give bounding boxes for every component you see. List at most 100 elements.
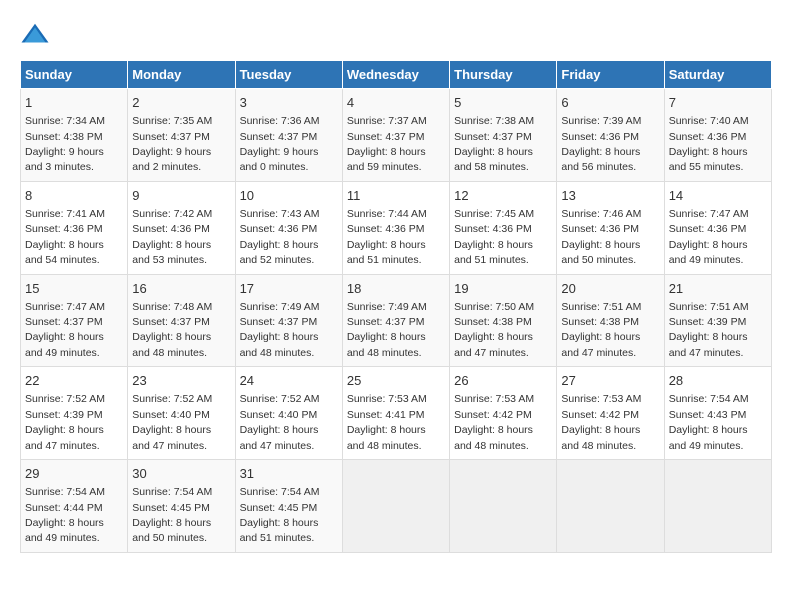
day-info: Sunrise: 7:39 AMSunset: 4:36 PMDaylight:… xyxy=(561,115,641,173)
day-number: 24 xyxy=(240,372,338,390)
day-number: 7 xyxy=(669,94,767,112)
day-number: 2 xyxy=(132,94,230,112)
day-cell: 20 Sunrise: 7:51 AMSunset: 4:38 PMDaylig… xyxy=(557,274,664,367)
day-number: 5 xyxy=(454,94,552,112)
day-number: 21 xyxy=(669,280,767,298)
day-number: 6 xyxy=(561,94,659,112)
day-info: Sunrise: 7:49 AMSunset: 4:37 PMDaylight:… xyxy=(240,301,320,359)
day-info: Sunrise: 7:38 AMSunset: 4:37 PMDaylight:… xyxy=(454,115,534,173)
day-info: Sunrise: 7:34 AMSunset: 4:38 PMDaylight:… xyxy=(25,115,105,173)
day-number: 3 xyxy=(240,94,338,112)
day-cell xyxy=(450,460,557,553)
day-number: 28 xyxy=(669,372,767,390)
day-info: Sunrise: 7:53 AMSunset: 4:42 PMDaylight:… xyxy=(561,393,641,451)
day-number: 19 xyxy=(454,280,552,298)
day-cell: 11 Sunrise: 7:44 AMSunset: 4:36 PMDaylig… xyxy=(342,181,449,274)
day-number: 17 xyxy=(240,280,338,298)
day-cell: 7 Sunrise: 7:40 AMSunset: 4:36 PMDayligh… xyxy=(664,89,771,182)
day-cell: 27 Sunrise: 7:53 AMSunset: 4:42 PMDaylig… xyxy=(557,367,664,460)
day-info: Sunrise: 7:47 AMSunset: 4:37 PMDaylight:… xyxy=(25,301,105,359)
calendar-header: SundayMondayTuesdayWednesdayThursdayFrid… xyxy=(21,61,772,89)
day-number: 9 xyxy=(132,187,230,205)
day-number: 22 xyxy=(25,372,123,390)
page-header xyxy=(20,20,772,50)
header-sunday: Sunday xyxy=(21,61,128,89)
day-info: Sunrise: 7:41 AMSunset: 4:36 PMDaylight:… xyxy=(25,208,105,266)
day-cell: 15 Sunrise: 7:47 AMSunset: 4:37 PMDaylig… xyxy=(21,274,128,367)
day-info: Sunrise: 7:48 AMSunset: 4:37 PMDaylight:… xyxy=(132,301,212,359)
day-info: Sunrise: 7:51 AMSunset: 4:38 PMDaylight:… xyxy=(561,301,641,359)
header-tuesday: Tuesday xyxy=(235,61,342,89)
week-row-1: 1 Sunrise: 7:34 AMSunset: 4:38 PMDayligh… xyxy=(21,89,772,182)
day-cell: 19 Sunrise: 7:50 AMSunset: 4:38 PMDaylig… xyxy=(450,274,557,367)
day-cell xyxy=(342,460,449,553)
day-cell xyxy=(664,460,771,553)
day-number: 26 xyxy=(454,372,552,390)
day-number: 27 xyxy=(561,372,659,390)
day-cell: 26 Sunrise: 7:53 AMSunset: 4:42 PMDaylig… xyxy=(450,367,557,460)
week-row-3: 15 Sunrise: 7:47 AMSunset: 4:37 PMDaylig… xyxy=(21,274,772,367)
calendar-table: SundayMondayTuesdayWednesdayThursdayFrid… xyxy=(20,60,772,553)
day-cell: 21 Sunrise: 7:51 AMSunset: 4:39 PMDaylig… xyxy=(664,274,771,367)
day-number: 8 xyxy=(25,187,123,205)
day-info: Sunrise: 7:53 AMSunset: 4:41 PMDaylight:… xyxy=(347,393,427,451)
header-saturday: Saturday xyxy=(664,61,771,89)
day-cell: 9 Sunrise: 7:42 AMSunset: 4:36 PMDayligh… xyxy=(128,181,235,274)
day-info: Sunrise: 7:49 AMSunset: 4:37 PMDaylight:… xyxy=(347,301,427,359)
day-cell: 28 Sunrise: 7:54 AMSunset: 4:43 PMDaylig… xyxy=(664,367,771,460)
day-info: Sunrise: 7:35 AMSunset: 4:37 PMDaylight:… xyxy=(132,115,212,173)
day-cell: 10 Sunrise: 7:43 AMSunset: 4:36 PMDaylig… xyxy=(235,181,342,274)
day-cell: 8 Sunrise: 7:41 AMSunset: 4:36 PMDayligh… xyxy=(21,181,128,274)
day-number: 4 xyxy=(347,94,445,112)
day-info: Sunrise: 7:54 AMSunset: 4:45 PMDaylight:… xyxy=(240,486,320,544)
day-cell: 29 Sunrise: 7:54 AMSunset: 4:44 PMDaylig… xyxy=(21,460,128,553)
day-cell: 12 Sunrise: 7:45 AMSunset: 4:36 PMDaylig… xyxy=(450,181,557,274)
day-number: 29 xyxy=(25,465,123,483)
day-info: Sunrise: 7:54 AMSunset: 4:43 PMDaylight:… xyxy=(669,393,749,451)
day-number: 31 xyxy=(240,465,338,483)
day-cell: 17 Sunrise: 7:49 AMSunset: 4:37 PMDaylig… xyxy=(235,274,342,367)
day-number: 18 xyxy=(347,280,445,298)
day-number: 10 xyxy=(240,187,338,205)
day-number: 23 xyxy=(132,372,230,390)
day-info: Sunrise: 7:45 AMSunset: 4:36 PMDaylight:… xyxy=(454,208,534,266)
day-cell: 22 Sunrise: 7:52 AMSunset: 4:39 PMDaylig… xyxy=(21,367,128,460)
day-info: Sunrise: 7:37 AMSunset: 4:37 PMDaylight:… xyxy=(347,115,427,173)
day-info: Sunrise: 7:52 AMSunset: 4:40 PMDaylight:… xyxy=(240,393,320,451)
day-cell: 18 Sunrise: 7:49 AMSunset: 4:37 PMDaylig… xyxy=(342,274,449,367)
week-row-4: 22 Sunrise: 7:52 AMSunset: 4:39 PMDaylig… xyxy=(21,367,772,460)
day-info: Sunrise: 7:52 AMSunset: 4:39 PMDaylight:… xyxy=(25,393,105,451)
day-number: 13 xyxy=(561,187,659,205)
header-friday: Friday xyxy=(557,61,664,89)
day-cell: 13 Sunrise: 7:46 AMSunset: 4:36 PMDaylig… xyxy=(557,181,664,274)
day-number: 20 xyxy=(561,280,659,298)
day-number: 25 xyxy=(347,372,445,390)
day-info: Sunrise: 7:50 AMSunset: 4:38 PMDaylight:… xyxy=(454,301,534,359)
day-number: 11 xyxy=(347,187,445,205)
day-info: Sunrise: 7:44 AMSunset: 4:36 PMDaylight:… xyxy=(347,208,427,266)
logo xyxy=(20,20,54,50)
header-monday: Monday xyxy=(128,61,235,89)
day-number: 14 xyxy=(669,187,767,205)
day-cell: 16 Sunrise: 7:48 AMSunset: 4:37 PMDaylig… xyxy=(128,274,235,367)
day-cell: 2 Sunrise: 7:35 AMSunset: 4:37 PMDayligh… xyxy=(128,89,235,182)
day-cell xyxy=(557,460,664,553)
day-cell: 25 Sunrise: 7:53 AMSunset: 4:41 PMDaylig… xyxy=(342,367,449,460)
day-cell: 30 Sunrise: 7:54 AMSunset: 4:45 PMDaylig… xyxy=(128,460,235,553)
day-number: 30 xyxy=(132,465,230,483)
header-wednesday: Wednesday xyxy=(342,61,449,89)
calendar-body: 1 Sunrise: 7:34 AMSunset: 4:38 PMDayligh… xyxy=(21,89,772,553)
day-cell: 31 Sunrise: 7:54 AMSunset: 4:45 PMDaylig… xyxy=(235,460,342,553)
week-row-5: 29 Sunrise: 7:54 AMSunset: 4:44 PMDaylig… xyxy=(21,460,772,553)
day-cell: 4 Sunrise: 7:37 AMSunset: 4:37 PMDayligh… xyxy=(342,89,449,182)
day-info: Sunrise: 7:46 AMSunset: 4:36 PMDaylight:… xyxy=(561,208,641,266)
header-thursday: Thursday xyxy=(450,61,557,89)
day-info: Sunrise: 7:54 AMSunset: 4:44 PMDaylight:… xyxy=(25,486,105,544)
day-info: Sunrise: 7:36 AMSunset: 4:37 PMDaylight:… xyxy=(240,115,320,173)
day-cell: 6 Sunrise: 7:39 AMSunset: 4:36 PMDayligh… xyxy=(557,89,664,182)
day-cell: 23 Sunrise: 7:52 AMSunset: 4:40 PMDaylig… xyxy=(128,367,235,460)
day-info: Sunrise: 7:52 AMSunset: 4:40 PMDaylight:… xyxy=(132,393,212,451)
day-info: Sunrise: 7:43 AMSunset: 4:36 PMDaylight:… xyxy=(240,208,320,266)
day-info: Sunrise: 7:40 AMSunset: 4:36 PMDaylight:… xyxy=(669,115,749,173)
day-cell: 24 Sunrise: 7:52 AMSunset: 4:40 PMDaylig… xyxy=(235,367,342,460)
